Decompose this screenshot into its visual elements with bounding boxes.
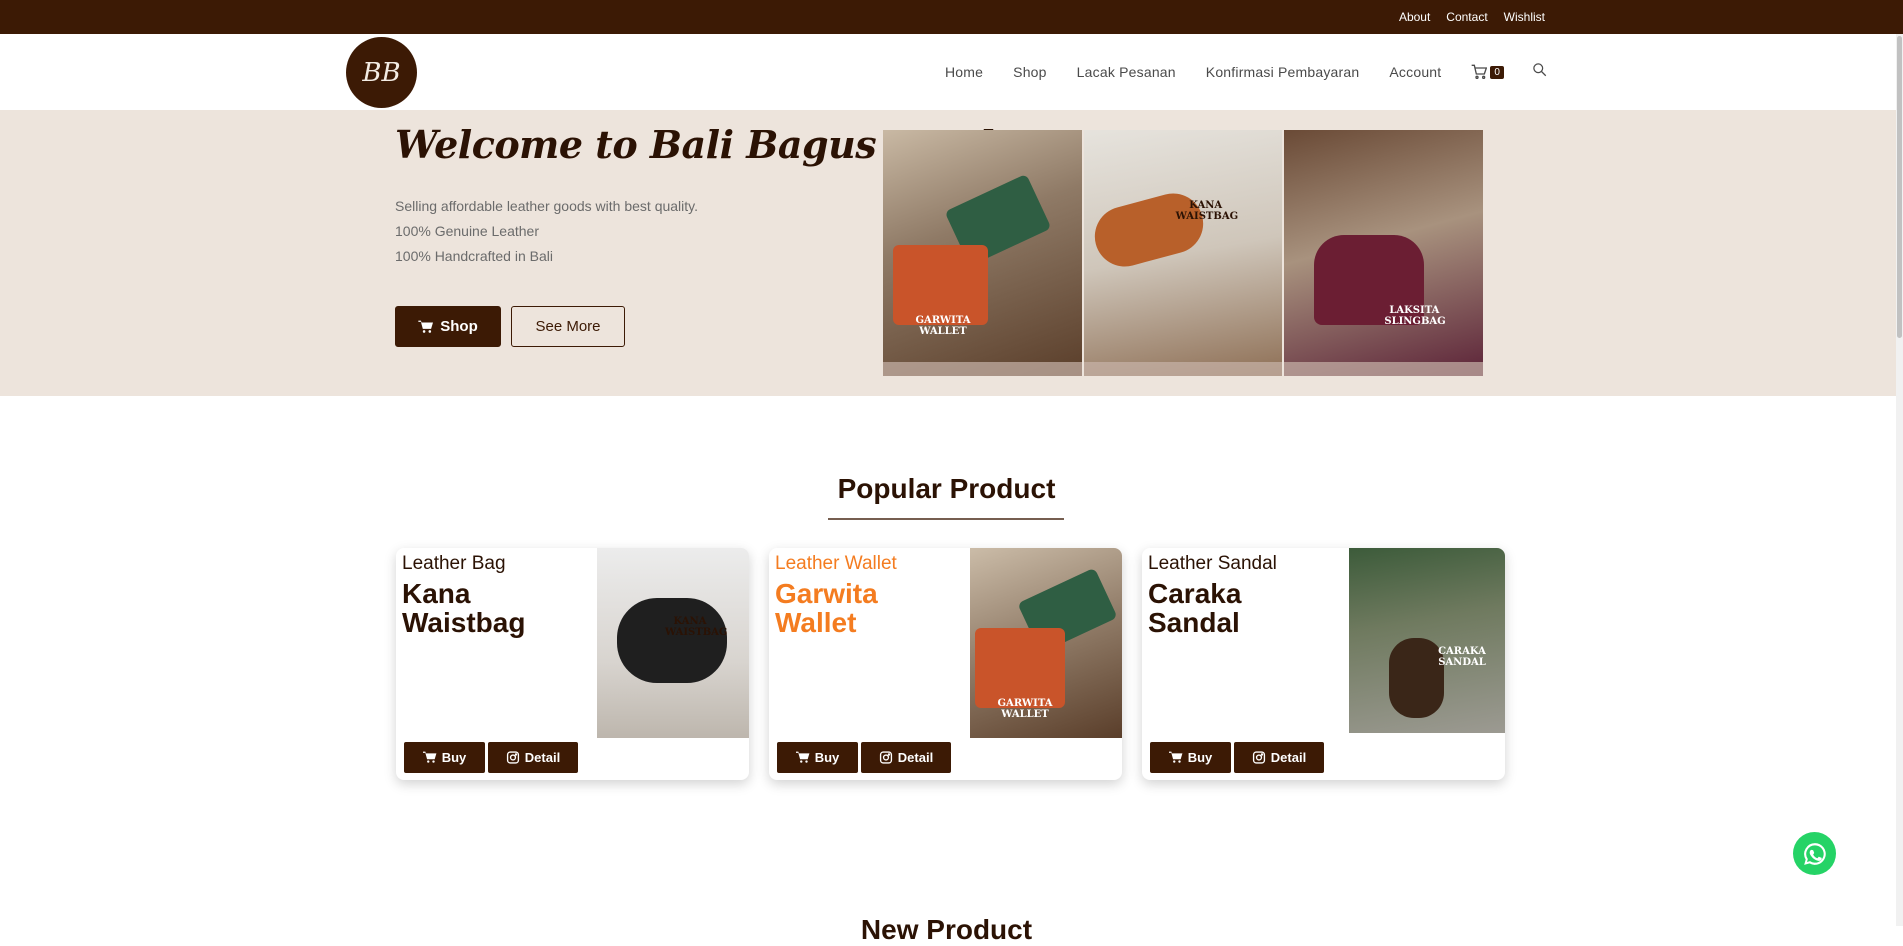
buy-button[interactable]: Buy <box>1150 742 1231 773</box>
whatsapp-chat-button[interactable] <box>1793 832 1836 875</box>
new-product-section-title: New Product <box>860 914 1033 945</box>
hero-image-kana-waistbag: KANA WAISTBAG <box>1083 130 1283 376</box>
hero-image-caption: LAKSITA SLINGBAG <box>1384 305 1446 327</box>
product-card[interactable]: Leather Bag Kana Waistbag KANA WAISTBAG … <box>396 548 749 780</box>
product-name: Garwita Wallet <box>775 578 878 638</box>
hero-image-garwita-wallet: GARWITA WALLET <box>883 130 1082 376</box>
detail-label: Detail <box>1270 750 1307 765</box>
popular-section-title: Popular Product <box>837 473 1056 504</box>
site-logo[interactable]: BB <box>346 37 417 108</box>
hero-line: 100% Handcrafted in Bali <box>395 248 553 264</box>
title-underline <box>828 518 1064 520</box>
detail-button[interactable]: Detail <box>488 742 578 773</box>
top-link-wishlist[interactable]: Wishlist <box>1504 10 1545 24</box>
detail-label: Detail <box>897 750 934 765</box>
nav-konfirmasi-pembayaran[interactable]: Konfirmasi Pembayaran <box>1206 64 1360 80</box>
hero-line: Selling affordable leather goods with be… <box>395 198 699 214</box>
hero-see-more-button[interactable]: See More <box>511 306 625 347</box>
logo-monogram: BB <box>362 57 401 88</box>
top-bar: About Contact Wishlist <box>0 0 1903 34</box>
detail-button[interactable]: Detail <box>861 742 951 773</box>
product-name: Caraka Sandal <box>1148 578 1242 638</box>
buy-label: Buy <box>814 750 840 765</box>
cart-icon <box>1168 751 1183 763</box>
product-image-caption: GARWITA WALLET <box>997 698 1053 720</box>
product-category: Leather Bag <box>402 553 506 574</box>
buy-button[interactable]: Buy <box>404 742 485 773</box>
product-image-caption: CARAKA SANDAL <box>1438 646 1486 668</box>
hero-image-laksita-slingbag: LAKSITA SLINGBAG <box>1284 130 1484 376</box>
product-image[interactable]: GARWITA WALLET <box>970 548 1122 738</box>
buy-label: Buy <box>1187 750 1213 765</box>
product-actions: Buy Detail <box>777 742 951 773</box>
top-links: About Contact Wishlist <box>1399 0 1545 34</box>
instagram-icon <box>879 751 892 764</box>
buy-button[interactable]: Buy <box>777 742 858 773</box>
detail-label: Detail <box>524 750 561 765</box>
whatsapp-icon <box>1803 842 1826 865</box>
product-image-caption: KANA WAISTBAG <box>665 616 728 638</box>
product-card[interactable]: Leather Wallet Garwita Wallet GARWITA WA… <box>769 548 1122 780</box>
cart-icon <box>795 751 810 763</box>
product-name: Kana Waistbag <box>402 578 526 638</box>
nav-shop[interactable]: Shop <box>1013 64 1047 80</box>
hero-image-caption: GARWITA WALLET <box>915 315 971 337</box>
hero-shop-label: Shop <box>440 318 478 335</box>
search-icon <box>1533 63 1547 77</box>
hero-line: 100% Genuine Leather <box>395 223 539 239</box>
instagram-icon <box>506 751 519 764</box>
instagram-icon <box>1252 751 1265 764</box>
hero-section: Welcome to Bali Bagus Leather Selling af… <box>0 110 1903 396</box>
cart-icon <box>418 320 434 333</box>
hero-description: Selling affordable leather goods with be… <box>395 194 698 269</box>
top-link-contact[interactable]: Contact <box>1446 10 1487 24</box>
hero-image-caption: KANA WAISTBAG <box>1175 200 1239 222</box>
hero-banner-images: GARWITA WALLET KANA WAISTBAG LAKSITA SLI… <box>883 130 1484 376</box>
product-actions: Buy Detail <box>1150 742 1324 773</box>
product-card[interactable]: Leather Sandal Caraka Sandal CARAKA SAND… <box>1142 548 1505 780</box>
product-image[interactable]: CARAKA SANDAL <box>1349 548 1505 733</box>
product-category: Leather Sandal <box>1148 553 1277 574</box>
product-actions: Buy Detail <box>404 742 578 773</box>
nav-home[interactable]: Home <box>945 64 983 80</box>
product-image[interactable]: KANA WAISTBAG <box>597 548 749 738</box>
cart-icon <box>422 751 437 763</box>
cart-icon <box>1472 64 1488 79</box>
main-nav: Home Shop Lacak Pesanan Konfirmasi Pemba… <box>945 34 1547 110</box>
site-header: BB Home Shop Lacak Pesanan Konfirmasi Pe… <box>0 34 1903 110</box>
hero-shop-button[interactable]: Shop <box>395 306 501 347</box>
search-button[interactable] <box>1532 62 1547 82</box>
nav-lacak-pesanan[interactable]: Lacak Pesanan <box>1077 64 1176 80</box>
detail-button[interactable]: Detail <box>1234 742 1324 773</box>
product-category: Leather Wallet <box>775 553 897 574</box>
nav-account[interactable]: Account <box>1389 64 1441 80</box>
scrollbar-thumb[interactable] <box>1897 36 1902 338</box>
top-link-about[interactable]: About <box>1399 10 1430 24</box>
cart-button[interactable]: 0 <box>1471 64 1504 80</box>
buy-label: Buy <box>441 750 467 765</box>
cart-count-badge: 0 <box>1490 65 1504 79</box>
